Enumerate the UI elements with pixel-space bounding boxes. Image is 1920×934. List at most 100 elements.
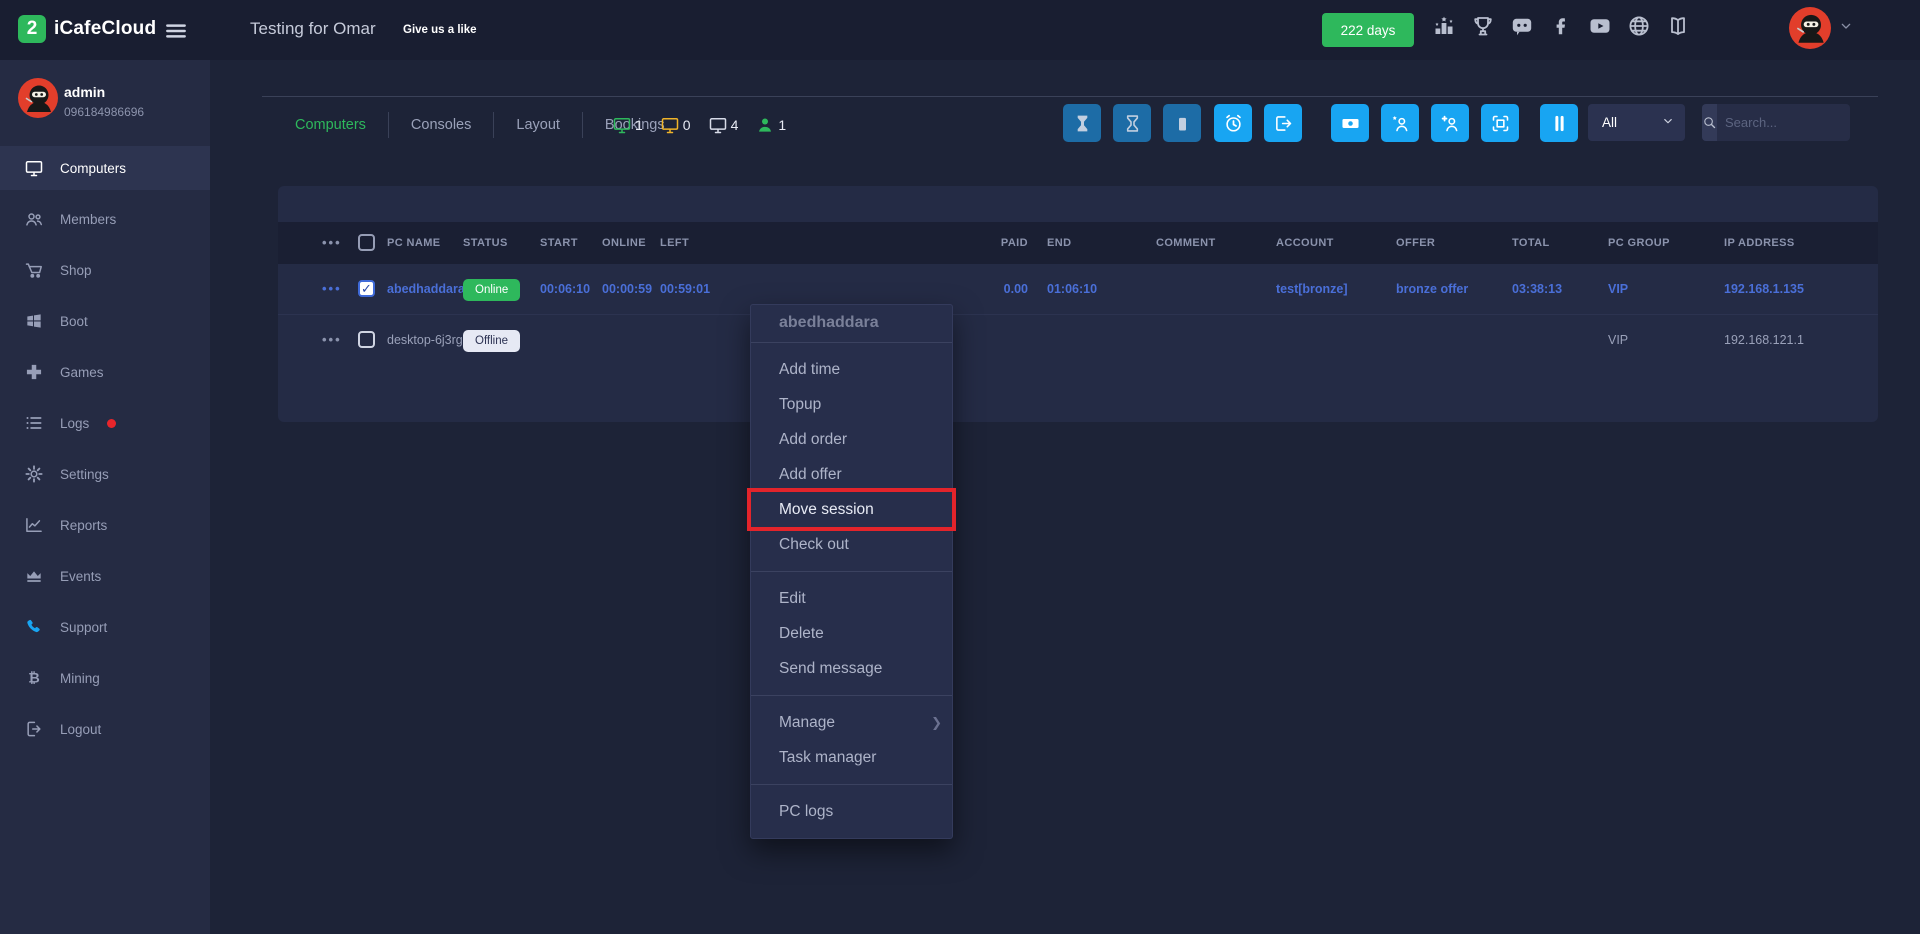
row-checkbox[interactable]: ✓ [358,280,375,297]
column-online[interactable]: ONLINE [602,222,646,264]
give-us-a-like-link[interactable]: Give us a like [403,24,477,36]
add-guest-button[interactable] [1381,104,1419,142]
status-badge: Online [463,279,520,301]
cash-icon [1340,113,1361,134]
sidebar-item-games[interactable]: Games [0,350,210,394]
menu-item-add-order[interactable]: Add order [751,422,952,457]
menu-item-check-out[interactable]: Check out [751,527,952,562]
menu-item-manage[interactable]: Manage❯ [751,705,952,740]
bitcoin-icon: ₿ [24,668,44,688]
sidebar-item-label: Events [60,569,101,584]
tab-computers[interactable]: Computers [273,117,388,133]
row-actions-menu[interactable]: ••• [322,315,342,365]
podium-icon[interactable] [1432,14,1456,38]
column-ip[interactable]: IP ADDRESS [1724,222,1795,264]
people-icon [24,209,44,229]
sidebar-item-label: Support [60,620,107,635]
column-pc-group[interactable]: PC GROUP [1608,222,1670,264]
sidebar-item-boot[interactable]: Boot [0,299,210,343]
menu-item-pc-logs[interactable]: PC logs [751,794,952,829]
column-left[interactable]: LEFT [660,222,689,264]
globe-icon[interactable] [1627,14,1651,38]
trophy-icon[interactable] [1471,14,1495,38]
ip-address-cell: 192.168.1.135 [1724,264,1804,314]
select-all-checkbox[interactable] [358,234,375,251]
list-icon [24,413,44,433]
logout-icon [24,719,44,739]
pc-name-cell[interactable]: desktop-6j3rg… [387,315,475,365]
tab-consoles[interactable]: Consoles [389,117,493,133]
column-offer[interactable]: OFFER [1396,222,1435,264]
menu-item-edit[interactable]: Edit [751,581,952,616]
menu-item-delete[interactable]: Delete [751,616,952,651]
sidebar-user: admin 096184986696 [0,60,210,146]
sidebar-item-label: Shop [60,263,92,278]
facebook-icon[interactable] [1549,14,1573,38]
offer-cell: bronze offer [1396,264,1468,314]
column-account[interactable]: ACCOUNT [1276,222,1334,264]
menu-item-task-manager[interactable]: Task manager [751,740,952,775]
days-remaining-button[interactable]: 222 days [1322,13,1414,47]
column-end[interactable]: END [1047,222,1071,264]
user-menu[interactable] [1790,8,1854,48]
sidebar-item-mining[interactable]: ₿ Mining [0,656,210,700]
sidebar-item-label: Mining [60,671,100,686]
column-comment[interactable]: COMMENT [1156,222,1216,264]
pause-button[interactable] [1540,104,1578,142]
search-input[interactable] [1717,104,1850,141]
menu-item-topup[interactable]: Topup [751,387,952,422]
menu-item-send-message[interactable]: Send message [751,651,952,686]
user-name: admin [64,84,105,100]
left-cell: 00:59:01 [660,264,710,314]
person-counter: 1 [755,115,786,135]
tab-layout[interactable]: Layout [494,117,582,133]
book-icon[interactable] [1666,14,1690,38]
sidebar-item-support[interactable]: Support [0,605,210,649]
row-actions-header: ••• [322,222,342,264]
online-cell: 00:00:59 [602,264,652,314]
sidebar-item-logs[interactable]: Logs [0,401,210,445]
column-status[interactable]: STATUS [463,222,508,264]
sidebar-item-events[interactable]: Events [0,554,210,598]
column-total[interactable]: TOTAL [1512,222,1550,264]
brand-name: iCafeCloud [54,18,156,40]
menu-item-add-offer[interactable]: Add offer [751,457,952,492]
filter-select[interactable]: All [1588,104,1685,141]
sidebar-item-logout[interactable]: Logout [0,707,210,751]
battery-button[interactable] [1163,104,1201,142]
screenshot-icon [1490,113,1511,134]
sidebar-item-shop[interactable]: Shop [0,248,210,292]
add-time-button[interactable] [1063,104,1101,142]
menu-item-move-session[interactable]: Move session [751,492,952,527]
column-pc-name[interactable]: PC NAME [387,222,441,264]
discord-icon[interactable] [1510,14,1534,38]
screenshot-button[interactable] [1481,104,1519,142]
person-star-icon [1390,113,1411,134]
avatar [18,78,58,118]
row-actions-menu[interactable]: ••• [322,264,342,314]
sidebar-menu: Computers Members Shop Boot Games Logs Setting… [0,146,210,751]
row-checkbox[interactable] [358,331,375,348]
sidebar-item-settings[interactable]: Settings [0,452,210,496]
sidebar-item-reports[interactable]: Reports [0,503,210,547]
search-box [1702,104,1850,141]
check-out-button[interactable] [1264,104,1302,142]
menu-item-add-time[interactable]: Add time [751,352,952,387]
add-member-button[interactable] [1431,104,1469,142]
youtube-icon[interactable] [1588,14,1612,38]
sidebar-item-members[interactable]: Members [0,197,210,241]
set-time-button[interactable] [1113,104,1151,142]
timer-button[interactable] [1214,104,1252,142]
column-paid[interactable]: PAID [958,222,1028,264]
hamburger-menu-icon[interactable] [163,18,189,49]
divider [262,96,1878,97]
battery-icon [1172,113,1193,134]
sidebar-item-computers[interactable]: Computers [0,146,210,190]
sidebar-item-label: Computers [60,161,126,176]
topup-button[interactable] [1331,104,1369,142]
pc-name-cell[interactable]: abedhaddara [387,264,465,314]
column-start[interactable]: START [540,222,578,264]
crown-icon [24,566,44,586]
computers-table-panel: ••• PC NAME STATUS START ONLINE LEFT PAID END CO… [278,186,1878,422]
svg-text:₿: ₿ [28,671,40,687]
